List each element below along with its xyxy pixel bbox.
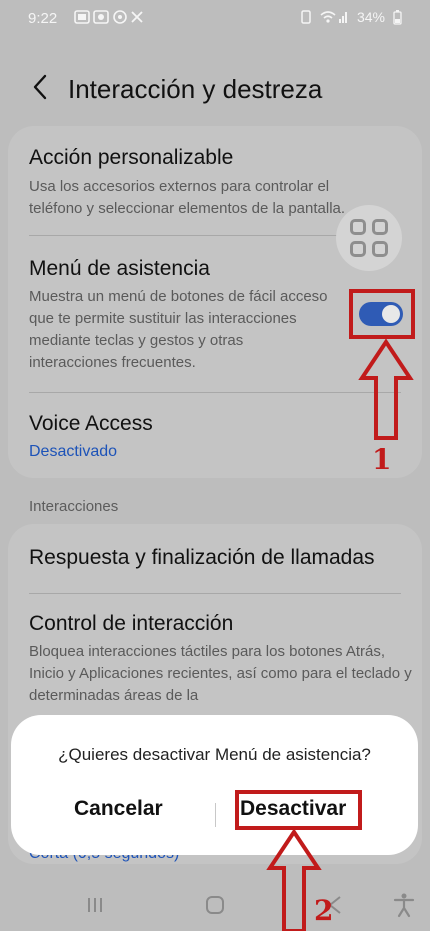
- battery-icon: [393, 9, 402, 25]
- status-bar: 9:22 34%: [0, 0, 430, 38]
- divider: [29, 593, 401, 594]
- step-number: 2: [314, 894, 334, 927]
- notification-icons: [74, 9, 146, 28]
- step-number: 1: [372, 443, 392, 476]
- notification-app-icons: [74, 10, 143, 24]
- status-time: 9:22: [28, 10, 58, 27]
- page-header: Interacción y destreza: [0, 62, 430, 118]
- row-description: Bloquea interacciones táctiles para los …: [29, 643, 412, 704]
- dialog-message: ¿Quieres desactivar Menú de asistencia?: [58, 745, 371, 764]
- back-arrow-icon[interactable]: [26, 72, 56, 102]
- grid-icon: [372, 241, 388, 257]
- section-label: Interacciones: [29, 498, 119, 515]
- row-title: Acción personalizable: [29, 146, 234, 169]
- row-title: Respuesta y finalización de llamadas: [29, 546, 375, 569]
- row-description: Muestra un menú de botones de fácil acce…: [29, 288, 328, 371]
- grid-icon: [350, 241, 366, 257]
- confirm-dialog: ¿Quieres desactivar Menú de asistencia? …: [11, 715, 418, 855]
- grid-icon: [350, 219, 366, 235]
- row-status: Desactivado: [29, 443, 118, 460]
- cancel-button[interactable]: Cancelar: [74, 797, 163, 821]
- row-title: Voice Access: [29, 412, 153, 435]
- highlight-box-toggle: [349, 289, 415, 339]
- navigation-bar: [0, 880, 430, 931]
- row-description: Usa los accesorios externos para control…: [29, 178, 346, 217]
- grid-icon: [372, 219, 388, 235]
- home-icon[interactable]: [200, 890, 230, 920]
- wifi-signal-icon: [320, 11, 347, 23]
- highlight-box-deactivate: [235, 790, 362, 830]
- page-title: Interacción y destreza: [68, 74, 323, 104]
- row-title: Control de interacción: [29, 612, 234, 635]
- divider: [29, 392, 401, 393]
- system-icons: 34%: [301, 9, 402, 25]
- alarm-icon: [301, 10, 311, 24]
- recent-apps-icon[interactable]: [80, 890, 110, 920]
- accessibility-icon[interactable]: [389, 890, 419, 920]
- assistant-menu-floating-button[interactable]: [336, 205, 402, 271]
- battery-percentage: 34%: [356, 9, 385, 25]
- dialog-separator: [215, 803, 216, 827]
- row-title: Menú de asistencia: [29, 257, 210, 280]
- arrow-up-icon: [358, 338, 414, 440]
